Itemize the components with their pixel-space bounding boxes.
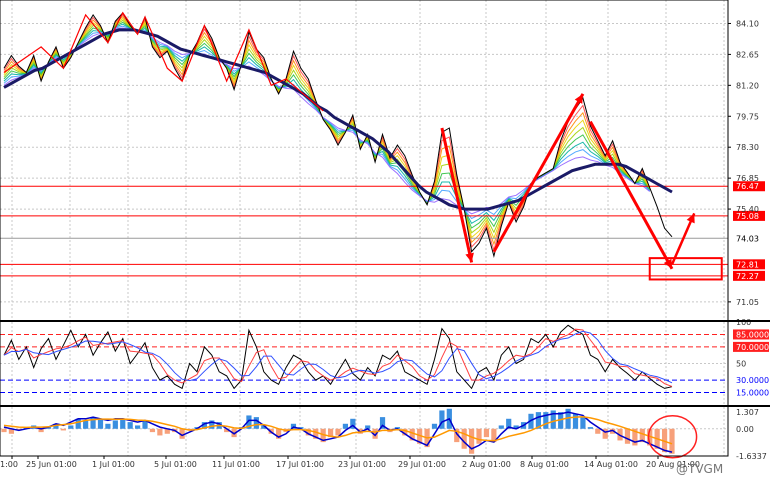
price-tick-label: 75.40: [736, 205, 759, 214]
histogram-bar: [580, 417, 586, 429]
price-tick-label: 79.75: [736, 112, 759, 121]
histogram-bar: [483, 428, 490, 438]
price-tick-label: 71.05: [736, 298, 759, 307]
histogram-bar: [342, 423, 349, 429]
oscillator-tick-label: 30.0000: [736, 376, 769, 385]
plot-frame: [0, 0, 729, 457]
price-level-label: 72.81: [736, 260, 759, 269]
histogram-bar: [105, 423, 111, 429]
time-tick-label: 11 Jul 01:00: [212, 460, 260, 469]
macd-axis: 1.307 0.00 -1.6337: [736, 408, 767, 461]
histogram-bar: [127, 422, 133, 429]
histogram-bar: [624, 428, 631, 444]
price-tick-label: 78.30: [736, 143, 759, 152]
moving-average-line: [3, 28, 673, 211]
watermark: @TVGM: [676, 462, 723, 476]
oscillator-pane: 100 85.0000 70.0000 50 30.0000 15.0000: [0, 318, 769, 405]
oscillator-tick-label: 15.0000: [736, 389, 769, 398]
time-tick-label: 8 Aug 01:00: [520, 460, 569, 469]
oscillator-tick-label: 85.0000: [736, 330, 769, 339]
histogram-bar: [587, 427, 593, 429]
oscillator-tick-label: 50: [736, 360, 746, 369]
histogram-bar: [572, 413, 579, 429]
time-tick-label: 2 Aug 01:00: [462, 460, 511, 469]
time-tick-label: 5 Jul 01:00: [154, 460, 197, 469]
price-level-label: 74.03: [736, 234, 759, 243]
price-tick-label: 82.65: [736, 50, 759, 59]
macd-tick-label: 0.00: [736, 425, 754, 434]
histogram-bar: [60, 428, 66, 431]
price-tick-label: 81.20: [736, 81, 759, 90]
macd-histogram: [1, 408, 675, 454]
oscillator-axis: 100 85.0000 70.0000 50 30.0000 15.0000: [733, 318, 769, 398]
histogram-bar: [476, 428, 482, 444]
oscillator-tick-label: 70.0000: [736, 343, 769, 352]
macd-tick-label: 1.307: [736, 408, 759, 417]
macd-tick-label: -1.6337: [736, 452, 767, 461]
time-tick-label: 17 Jul 01:00: [276, 460, 324, 469]
histogram-bar: [135, 425, 141, 429]
oscillator-tick-label: 100: [736, 318, 751, 327]
ribbon-line: [3, 13, 651, 252]
price-level-label: 72.27: [736, 272, 759, 281]
histogram-bar: [253, 417, 259, 429]
histogram-bar: [149, 428, 156, 433]
histogram-bar: [112, 420, 118, 429]
trend-arrow: [440, 127, 474, 263]
histogram-bar: [498, 425, 504, 429]
histogram-bar: [97, 418, 104, 429]
macd-pane: 1.307 0.00 -1.6337: [0, 407, 767, 461]
time-tick-label: 1 Jul 01:00: [92, 460, 135, 469]
trend-arrow-shaft: [440, 127, 474, 263]
histogram-bar: [669, 428, 675, 454]
ribbon-line: [3, 15, 651, 246]
time-tick-label: 25 Jun 01:00: [26, 460, 77, 469]
histogram-bar: [431, 423, 438, 429]
trend-arrow: [670, 212, 696, 266]
oscillator-line-s: [3, 330, 673, 384]
price-tick-label: 76.85: [736, 174, 759, 183]
histogram-bar: [469, 428, 475, 454]
ribbon-line: [3, 19, 651, 234]
price-pane: 76.4775.0874.0372.8172.27 84.1082.6581.2…: [0, 0, 765, 320]
price-level-label: 76.47: [736, 182, 759, 191]
trading-chart: 76.4775.0874.0372.8172.27 84.1082.6581.2…: [0, 0, 770, 476]
ribbon-line: [3, 17, 651, 240]
time-tick-label: 1:00: [0, 460, 18, 469]
time-axis: 1:00 25 Jun 01:00 1 Jul 01:00 5 Jul 01:00 11…: [0, 456, 700, 469]
histogram-bar: [83, 420, 89, 429]
time-tick-label: 23 Jul 01:00: [338, 460, 386, 469]
trend-arrow: [589, 120, 674, 270]
histogram-bar: [595, 428, 601, 434]
ma-ribbon: [3, 13, 651, 252]
histogram-bar: [461, 428, 467, 449]
histogram-bar: [157, 428, 163, 436]
price-tick-label: 84.10: [736, 19, 759, 28]
trend-arrow-shaft: [589, 120, 674, 270]
histogram-bar: [68, 425, 74, 429]
time-tick-label: 29 Jul 01:00: [398, 460, 446, 469]
time-tick-label: 14 Aug 01:00: [584, 460, 638, 469]
histogram-bar: [120, 418, 126, 429]
histogram-bar: [1, 428, 7, 433]
